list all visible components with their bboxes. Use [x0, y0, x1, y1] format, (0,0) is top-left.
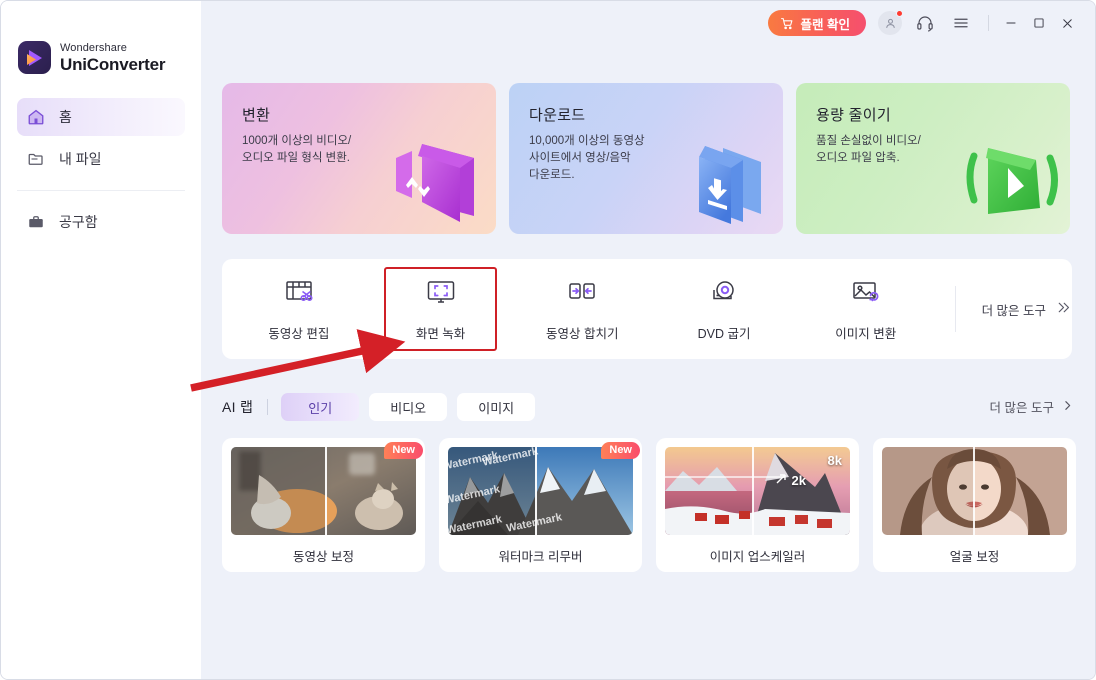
- tool-dvd-burn[interactable]: DVD 굽기: [669, 269, 779, 349]
- video-edit-icon: [283, 276, 315, 313]
- feature-card-description: 품질 손실없이 비디오/ 오디오 파일 압축.: [816, 135, 921, 164]
- tool-label: 동영상 합치기: [546, 327, 619, 341]
- sidebar-item-my-files[interactable]: 내 파일: [17, 140, 185, 178]
- sidebar-item-label: 내 파일: [59, 151, 102, 167]
- tools-divider: [954, 286, 956, 332]
- screen-record-icon: [425, 276, 457, 313]
- tab-label: 비디오: [390, 400, 427, 416]
- cat-photo: [231, 447, 416, 535]
- sidebar-item-label: 공구함: [59, 214, 98, 230]
- ai-lab-title: AI 랩: [222, 399, 254, 415]
- ai-card-watermark-remover[interactable]: New Watermark Watermark Watermark Waterm…: [439, 438, 642, 572]
- folder-icon: [27, 150, 45, 168]
- tools-strip: 동영상 편집 화면 녹화 동영상 합치기 DVD 굽기 이미지 변환 더 많은 …: [222, 259, 1072, 359]
- tool-screen-record[interactable]: 화면 녹화: [383, 267, 498, 351]
- portrait-photo: [882, 447, 1067, 535]
- ai-card-face-retouch[interactable]: 얼굴 보정: [873, 438, 1076, 572]
- new-badge: New: [601, 442, 640, 459]
- sidebar-nav: 홈 내 파일 공구함: [1, 98, 201, 241]
- tool-video-edit[interactable]: 동영상 편집: [244, 269, 354, 349]
- download-art: [665, 112, 783, 232]
- chevron-right-icon: [1061, 399, 1074, 415]
- window-titlebar: 플랜 확인: [767, 1, 1095, 45]
- image-convert-icon: [850, 276, 882, 313]
- ai-card-video-enhance[interactable]: New 동영상 보정: [222, 438, 425, 572]
- more-tools-button[interactable]: 더 많은 도구: [982, 299, 1072, 319]
- toolbox-icon: [27, 213, 45, 231]
- check-plan-label: 플랜 확인: [800, 17, 850, 32]
- feature-card-title: 용량 줄이기: [816, 107, 891, 124]
- feature-card-description: 10,000개 이상의 동영상 사이트에서 영상/음악 다운로드.: [529, 135, 645, 181]
- ai-lab-more-label: 더 많은 도구: [989, 401, 1054, 415]
- ai-card-caption: 얼굴 보정: [949, 550, 1000, 564]
- ai-card-caption: 동영상 보정: [293, 550, 354, 564]
- feature-card-convert[interactable]: 변환 1000개 이상의 비디오/ 오디오 파일 형식 변환.: [222, 83, 496, 234]
- ai-card-image-upscaler[interactable]: 8k 2k 이미지 업스케일러: [656, 438, 859, 572]
- uniconverter-window: Wondershare UniConverter 홈 내 파일 공구함 플랜 확…: [0, 0, 1096, 680]
- tab-image[interactable]: 이미지: [457, 393, 536, 421]
- sidebar-item-toolbox[interactable]: 공구함: [17, 203, 185, 241]
- tool-image-convert[interactable]: 이미지 변환: [811, 269, 921, 349]
- tab-popular[interactable]: 인기: [281, 393, 360, 421]
- sidebar-item-home[interactable]: 홈: [17, 98, 185, 136]
- new-badge: New: [384, 442, 423, 459]
- more-tools-label: 더 많은 도구: [981, 303, 1047, 318]
- feature-card-compress[interactable]: 용량 줄이기 품질 손실없이 비디오/ 오디오 파일 압축.: [796, 83, 1070, 234]
- feature-card-title: 변환: [242, 107, 271, 124]
- brand-name: Wondershare: [60, 41, 127, 54]
- notification-dot: [896, 10, 903, 17]
- dvd-burn-icon: [708, 276, 740, 313]
- upscale-label-2k: 2k: [791, 473, 806, 488]
- wondershare-logo-icon: [18, 41, 51, 74]
- product-name: UniConverter: [60, 54, 166, 74]
- feature-card-description: 1000개 이상의 비디오/ 오디오 파일 형식 변환.: [242, 135, 352, 164]
- ai-lab-divider: [267, 399, 269, 415]
- compress-art: [952, 112, 1070, 232]
- tab-label: 인기: [308, 400, 333, 416]
- ai-card-caption: 워터마크 리무버: [498, 550, 583, 564]
- tool-label: 화면 녹화: [415, 327, 466, 341]
- village-photo: 8k 2k: [665, 447, 850, 535]
- convert-art: [378, 112, 496, 232]
- mountain-watermark-photo: Watermark Watermark Watermark Watermark …: [448, 447, 633, 535]
- feature-card-title: 다운로드: [529, 107, 586, 124]
- ai-lab-more-button[interactable]: 더 많은 도구: [990, 397, 1074, 416]
- app-logo: Wondershare UniConverter: [1, 1, 201, 74]
- maximize-icon[interactable]: [1025, 10, 1053, 36]
- ai-card-caption: 이미지 업스케일러: [709, 550, 806, 564]
- hamburger-menu-icon[interactable]: [948, 10, 974, 36]
- headset-support-icon[interactable]: [912, 10, 938, 36]
- tool-label: 이미지 변환: [835, 327, 897, 341]
- sidebar-item-label: 홈: [59, 109, 72, 125]
- tool-video-merge[interactable]: 동영상 합치기: [527, 269, 637, 349]
- double-chevron-right-icon: [1055, 299, 1072, 319]
- feature-card-download[interactable]: 다운로드 10,000개 이상의 동영상 사이트에서 영상/음악 다운로드.: [509, 83, 783, 234]
- tab-video[interactable]: 비디오: [369, 393, 448, 421]
- cart-icon: [780, 17, 794, 30]
- tool-label: DVD 굽기: [697, 327, 751, 341]
- tab-label: 이미지: [478, 400, 515, 416]
- ai-tool-cards-row: New 동영상 보정 New Watermark Watermark Water…: [222, 438, 1076, 572]
- sidebar: Wondershare UniConverter 홈 내 파일 공구함: [1, 1, 201, 679]
- user-account-icon[interactable]: [878, 10, 903, 35]
- sidebar-divider: [17, 190, 185, 191]
- home-icon: [27, 108, 45, 126]
- ai-lab-row: AI 랩 인기 비디오 이미지 더 많은 도구: [222, 392, 1074, 422]
- close-icon[interactable]: [1053, 10, 1081, 36]
- check-plan-button[interactable]: 플랜 확인: [767, 10, 866, 36]
- feature-cards-row: 변환 1000개 이상의 비디오/ 오디오 파일 형식 변환. 다운로드 10,…: [222, 83, 1070, 234]
- minimize-icon[interactable]: [997, 10, 1025, 36]
- main-content: 플랜 확인 변환 1000개 이상의 비디오/ 오디오 파일 형식 변환. 다운…: [201, 1, 1095, 679]
- video-merge-icon: [566, 276, 598, 313]
- tool-label: 동영상 편집: [268, 327, 330, 341]
- titlebar-divider: [988, 15, 989, 31]
- upscale-label-8k: 8k: [827, 453, 842, 468]
